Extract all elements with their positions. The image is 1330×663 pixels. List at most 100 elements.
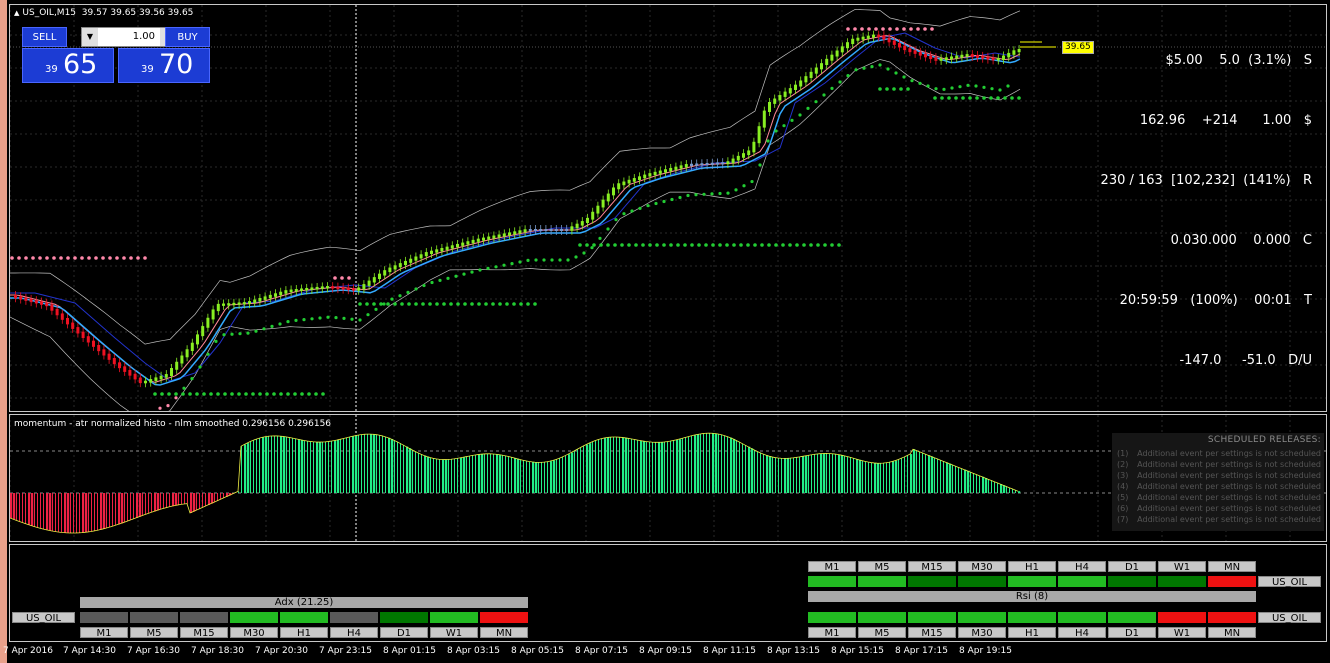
candle-body [279, 291, 283, 296]
candle-body [1002, 55, 1005, 60]
candle-body [471, 239, 475, 244]
trailing-stop-dot [366, 313, 370, 317]
trailing-stop-dot [390, 297, 394, 301]
candle-body [648, 173, 652, 177]
candle-body [601, 199, 605, 208]
trailing-stop-dot [654, 201, 658, 206]
scheduled-release-row: (4) Additional event per settings is not … [1112, 481, 1324, 492]
support-dot [300, 392, 304, 396]
candle-body [263, 296, 267, 300]
trailing-stop-dot [486, 266, 490, 270]
histogram-bar [481, 454, 484, 493]
trailing-stop-dot [830, 86, 834, 90]
candle-body [788, 88, 792, 94]
candle-body [149, 379, 153, 383]
resistance-dot [895, 27, 899, 31]
scheduled-list: (1) Additional event per settings is not … [1112, 448, 1324, 525]
histogram-bar [682, 438, 683, 493]
slow-ma-line [10, 32, 1021, 382]
collapse-triangle-icon[interactable]: ▲ [14, 9, 19, 17]
sell-button[interactable]: SELL [22, 27, 67, 47]
rsi-bottom-timeframe-mn: MN [1208, 627, 1256, 639]
histogram-bar [424, 455, 427, 493]
candle-body [1012, 50, 1016, 55]
histogram-bar [196, 493, 197, 511]
candle-body [419, 254, 423, 259]
rsi-bottom-symbol-label: US_OIL [1258, 612, 1321, 624]
price-chart-pane[interactable]: ▲ US_OIL,M15 39.57 39.65 39.56 39.65 SELL… [9, 4, 1327, 412]
bid-price-button[interactable]: 39 65 [22, 48, 114, 83]
candle-body [341, 287, 345, 290]
rsi-bottom-timeframe-w1: W1 [1158, 627, 1206, 639]
histogram-bar [784, 458, 787, 493]
histogram-bar [781, 458, 782, 493]
candle-body [50, 304, 54, 311]
histogram-bar [505, 455, 506, 493]
histogram-bar [382, 435, 383, 493]
rsi-bottom-signal-cell [1108, 612, 1156, 623]
resistance-dot [902, 27, 906, 31]
rsi-top-signal-cell [1008, 576, 1056, 587]
support-dot [421, 302, 425, 306]
candle-body [799, 80, 803, 87]
histogram-bar [460, 457, 463, 493]
histogram-bar [49, 493, 52, 531]
histogram-bar [295, 438, 296, 493]
candle-body [237, 302, 241, 305]
support-dot [442, 302, 446, 306]
trailing-stop-dot [302, 318, 306, 322]
buy-button[interactable]: BUY [165, 27, 210, 47]
support-dot [954, 96, 958, 100]
histogram-bar [52, 493, 53, 532]
support-dot [293, 392, 297, 396]
support-dot [933, 96, 937, 100]
candle-body [404, 260, 407, 266]
histogram-bar [964, 469, 967, 493]
trailing-stop-dot [974, 84, 978, 88]
adx-signal-cell [480, 612, 528, 623]
histogram-bar [541, 462, 542, 493]
indicator-pane[interactable]: momentum - atr normalized histo - nlm sm… [9, 414, 1327, 542]
rsi-bottom-signal-cell [808, 612, 856, 623]
candle-body [898, 43, 901, 48]
histogram-bar [709, 433, 710, 493]
histogram-bar [418, 452, 419, 493]
histogram-bar [970, 472, 971, 493]
lot-size-field[interactable]: ▼ 1.00 ▲ [81, 27, 177, 47]
histogram-bar [583, 446, 584, 493]
candle-body [996, 58, 1000, 61]
histogram-bar [610, 437, 611, 493]
lot-size-value[interactable]: 1.00 [99, 28, 159, 46]
histogram-bar [607, 437, 610, 493]
candle-body [144, 380, 147, 384]
adx-signal-cell [180, 612, 228, 623]
trailing-stop-dot [678, 195, 682, 200]
histogram-bar [202, 493, 203, 508]
histogram-bar [754, 449, 755, 493]
candle-body [835, 50, 839, 57]
candle-body [742, 153, 745, 158]
resistance-dot [881, 27, 885, 31]
rsi-top-timeframe-h4: H4 [1058, 561, 1106, 573]
rsi-top-signal-cell [1058, 576, 1106, 587]
time-axis: 7 Apr 2016 7 Apr 14:30 7 Apr 16:30 7 Apr 18… [3, 644, 1327, 663]
histogram-bar [934, 457, 935, 493]
candle-body [248, 301, 251, 305]
candle-body [45, 302, 49, 307]
lot-decrease-icon[interactable]: ▼ [82, 28, 98, 46]
support-dot [400, 302, 404, 306]
candle-body [690, 163, 693, 166]
histogram-bar [514, 457, 517, 493]
trailing-stop-dot [454, 274, 458, 278]
candle-body [658, 170, 662, 174]
candle-body [924, 53, 927, 58]
ask-price-button[interactable]: 39 70 [118, 48, 210, 83]
histogram-bar [517, 458, 520, 493]
histogram-bar [187, 493, 188, 504]
trailing-stop-dot [550, 258, 554, 262]
trailing-stop-dot [726, 191, 730, 195]
histogram-bar [727, 436, 728, 493]
support-dot [174, 392, 178, 396]
histogram-bar [361, 434, 362, 493]
trailing-stop-dot [750, 179, 754, 184]
